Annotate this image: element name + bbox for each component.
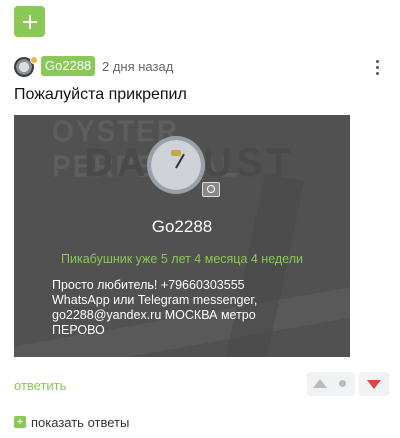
profile-tenure: Пикабушник уже 5 лет 4 месяца 4 недели bbox=[61, 252, 303, 266]
comment-timestamp: 2 дня назад bbox=[102, 59, 174, 74]
vertical-dots-icon bbox=[375, 59, 379, 63]
profile-card-image[interactable]: OYSTER PERPETUAL DAYJUST Go2288 Пикабушн… bbox=[14, 115, 350, 357]
about-line: go2288@yandex.ru МОСКВА метро bbox=[52, 308, 256, 322]
arrow-up-icon bbox=[313, 379, 327, 388]
add-button[interactable] bbox=[14, 6, 45, 37]
downvote-button[interactable] bbox=[359, 372, 389, 396]
about-line: Просто любитель! +79660303555 bbox=[52, 278, 245, 292]
arrow-down-icon bbox=[367, 380, 381, 389]
profile-avatar bbox=[147, 136, 205, 194]
upvote-button[interactable] bbox=[307, 372, 355, 396]
profile-about: Просто любитель! +79660303555 WhatsApp и… bbox=[52, 278, 322, 338]
profile-name: Go2288 bbox=[151, 217, 213, 236]
about-line: ПЕРОВО bbox=[52, 323, 105, 337]
comment-header: Go2288 2 дня назад bbox=[14, 55, 386, 79]
reply-link[interactable]: ответить bbox=[14, 378, 66, 393]
more-options-button[interactable] bbox=[368, 55, 386, 79]
plus-icon: + bbox=[14, 416, 26, 428]
about-line: WhatsApp или Telegram messenger, bbox=[52, 293, 258, 307]
rating-dot bbox=[339, 380, 346, 387]
comment-text: Пожалуйста прикрепил bbox=[14, 86, 187, 103]
username-badge[interactable]: Go2288 bbox=[41, 56, 96, 76]
status-dot bbox=[30, 56, 38, 64]
crown-icon bbox=[171, 150, 181, 156]
plus-icon bbox=[22, 14, 37, 29]
show-replies-button[interactable]: + показать ответы bbox=[14, 414, 129, 430]
show-replies-label: показать ответы bbox=[31, 414, 130, 430]
camera-icon bbox=[202, 182, 220, 197]
